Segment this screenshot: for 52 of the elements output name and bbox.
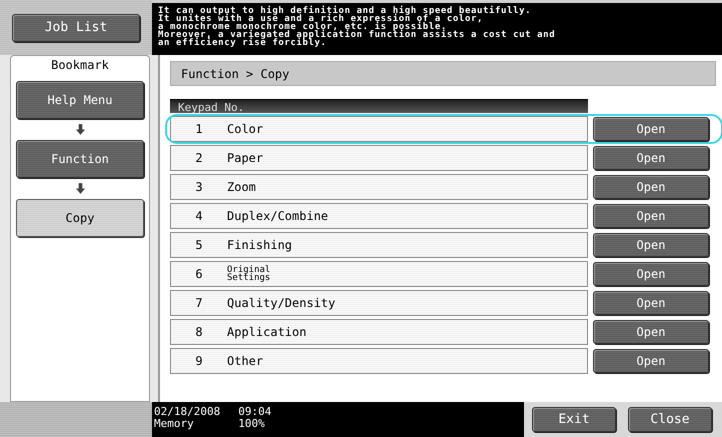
- open-button[interactable]: Open: [593, 262, 709, 286]
- bookmark-item[interactable]: Function: [16, 140, 144, 178]
- keypad-number: 2: [194, 151, 204, 165]
- date-text: 02/18/2008: [154, 406, 220, 418]
- item-label: Other: [227, 354, 264, 368]
- open-button[interactable]: Open: [593, 117, 709, 141]
- list-item[interactable]: 5 Finishing: [170, 232, 588, 258]
- action-button[interactable]: Exit: [532, 407, 616, 432]
- item-label: Zoom: [227, 180, 256, 194]
- keypad-number: 5: [194, 238, 204, 252]
- list-item[interactable]: 8 Application: [170, 319, 588, 345]
- open-button[interactable]: Open: [593, 175, 709, 199]
- open-button[interactable]: Open: [593, 204, 709, 228]
- list-item[interactable]: 1 Color: [170, 116, 588, 142]
- job-list-button[interactable]: Job List: [12, 14, 140, 42]
- breadcrumb: Function > Copy: [170, 61, 716, 86]
- message-text: It can output to high definition and a high speed beautifully. It unites with a use and a rich expression of a color, a monochrome monochrome color, etc. is possible. Moreover, a variegated application function assists a cost cut and an efficiency rise forcibly.: [152, 3, 722, 55]
- memory-value: 100%: [238, 418, 266, 430]
- list-item[interactable]: 3 Zoom: [170, 174, 588, 200]
- item-label: Duplex/Combine: [227, 209, 328, 223]
- item-label: Quality/Density: [227, 296, 336, 310]
- list-item[interactable]: 2 Paper: [170, 145, 588, 171]
- bookmark-item[interactable]: Copy: [16, 199, 144, 237]
- open-button[interactable]: Open: [593, 233, 709, 257]
- keypad-number: 1: [194, 122, 204, 136]
- open-button[interactable]: Open: [593, 349, 709, 373]
- keypad-number: 7: [194, 296, 204, 310]
- item-label: Finishing: [227, 238, 292, 252]
- keypad-number: 6: [194, 267, 204, 281]
- open-button[interactable]: Open: [593, 320, 709, 344]
- keypad-number: 8: [194, 325, 204, 339]
- bookmark-title: Bookmark: [51, 58, 109, 72]
- list-item[interactable]: 9 Other: [170, 348, 588, 374]
- keypad-number: 3: [194, 180, 204, 194]
- item-label: Original Settings: [227, 266, 270, 282]
- list-item[interactable]: 4 Duplex/Combine: [170, 203, 588, 229]
- time-text: 09:04: [238, 406, 272, 418]
- down-arrow-icon: [76, 124, 84, 135]
- bookmark-item[interactable]: Help Menu: [16, 81, 144, 119]
- list-header: Keypad No.: [170, 99, 588, 113]
- action-button[interactable]: Close: [628, 407, 712, 432]
- open-button[interactable]: Open: [593, 146, 709, 170]
- list-item[interactable]: 6 Original Settings: [170, 261, 588, 287]
- open-button[interactable]: Open: [593, 291, 709, 315]
- list-item[interactable]: 7 Quality/Density: [170, 290, 588, 316]
- keypad-number: 9: [194, 354, 204, 368]
- keypad-number: 4: [194, 209, 204, 223]
- down-arrow-icon: [76, 183, 84, 194]
- item-label: Application: [227, 325, 306, 339]
- item-label: Color: [227, 122, 264, 136]
- item-label: Paper: [227, 151, 264, 165]
- memory-label: Memory: [154, 418, 195, 430]
